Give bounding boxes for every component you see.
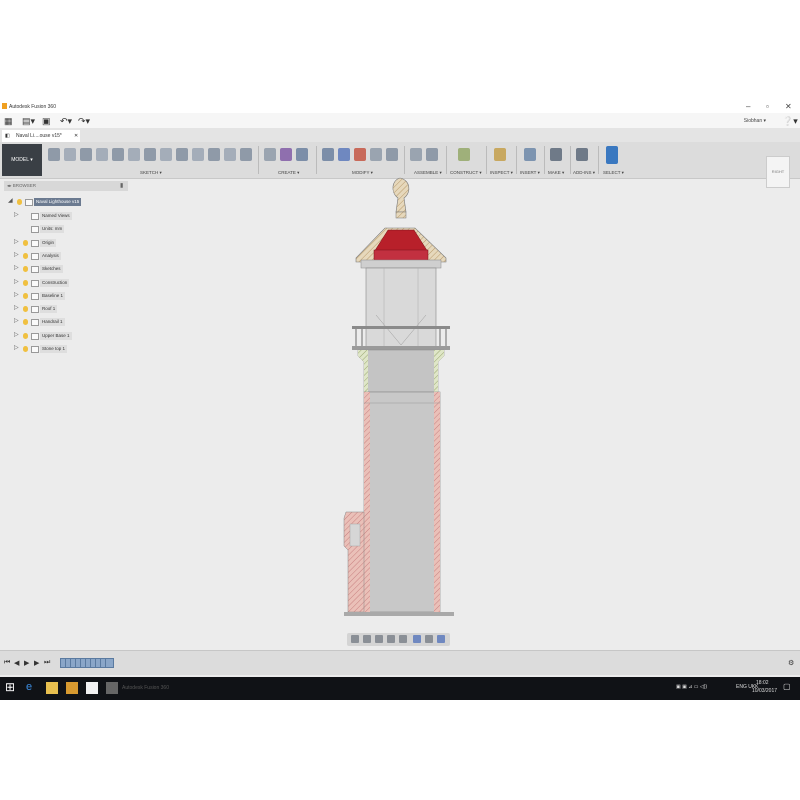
- clock-time[interactable]: 18:02: [756, 680, 769, 686]
- display-settings-icon[interactable]: [413, 635, 421, 643]
- orbit-icon[interactable]: [351, 635, 359, 643]
- timeline-previous-button[interactable]: ◀: [14, 659, 19, 667]
- timeline-settings-icon[interactable]: ⚙: [788, 659, 794, 667]
- lighthouse-model[interactable]: [343, 177, 454, 616]
- model-canvas[interactable]: [0, 100, 800, 700]
- grid-settings-icon[interactable]: [425, 635, 433, 643]
- windows-taskbar: ⊞ e Autodesk Fusion 360 ▣ ▣ ⊿ ▭ ◁)) ENG …: [0, 677, 800, 700]
- document-app-icon[interactable]: [86, 682, 98, 694]
- edge-browser-icon[interactable]: e: [26, 681, 38, 693]
- viewports-icon[interactable]: [437, 635, 445, 643]
- fusion-360-window: Autodesk Fusion 360 – ▫ ✕ ▦ ▤▾ ▣ ↶▾ ↷▾ S…: [0, 100, 800, 700]
- pan-icon[interactable]: [375, 635, 383, 643]
- tray-icons[interactable]: ▣ ▣ ⊿ ▭ ◁)): [676, 684, 707, 690]
- zoom-icon[interactable]: [387, 635, 395, 643]
- timeline-first-button[interactable]: ⏮: [4, 659, 10, 667]
- autodesk-app-icon[interactable]: [106, 682, 118, 694]
- look-at-icon[interactable]: [363, 635, 371, 643]
- navigation-bar: [347, 633, 450, 646]
- notifications-icon[interactable]: ▢: [783, 682, 791, 691]
- fusion-taskbar-icon[interactable]: [66, 682, 78, 694]
- timeline-next-button[interactable]: ▶: [34, 659, 39, 667]
- timeline-play-button[interactable]: ▶: [24, 659, 29, 667]
- timeline-feature-icon[interactable]: [105, 658, 114, 668]
- fit-icon[interactable]: [399, 635, 407, 643]
- taskbar-app-label[interactable]: Autodesk Fusion 360: [122, 685, 169, 691]
- timeline: ⏮ ◀ ▶ ▶ ⏭ ⚙: [0, 650, 800, 675]
- file-explorer-icon[interactable]: [46, 682, 58, 694]
- start-button-icon[interactable]: ⊞: [5, 680, 15, 694]
- clock-date[interactable]: 10/03/2017: [752, 688, 777, 694]
- timeline-last-button[interactable]: ⏭: [44, 659, 50, 667]
